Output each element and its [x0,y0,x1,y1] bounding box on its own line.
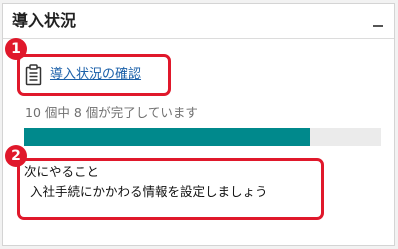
progress-bar [24,128,381,146]
next-action-detail: 入社手続にかかわる情報を設定しましょう [30,184,268,199]
progress-bar-fill [24,128,310,146]
card-header: 導入状況 [3,4,394,39]
card-title: 導入状況 [12,11,77,30]
collapse-button[interactable] [368,10,388,32]
callout-badge-1: 1 [5,38,27,60]
next-action-heading: 次にやること [24,164,100,179]
callout-badge-2: 2 [5,145,27,167]
progress-text: 10 個中 8 個が完了しています [25,105,198,120]
minus-icon [373,25,383,27]
clipboard-icon [25,64,42,86]
setup-status-link[interactable]: 導入状況の確認 [50,66,141,84]
